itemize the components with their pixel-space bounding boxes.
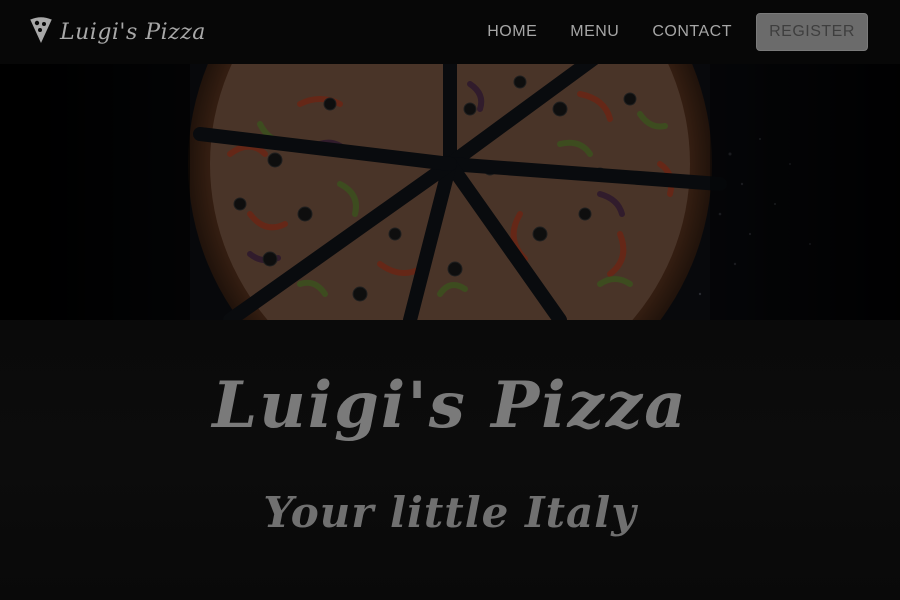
navbar: Luigi's Pizza HOME MENU CONTACT REGISTER [0,0,900,64]
hero-title: Luigi's Pizza [212,368,688,443]
nav-link-home[interactable]: HOME [487,23,537,41]
register-button[interactable]: REGISTER [756,13,868,51]
nav-link-contact[interactable]: CONTACT [652,23,732,41]
pizza-slice-icon [28,15,54,50]
brand-logo[interactable]: Luigi's Pizza [28,15,206,50]
hero-image [0,64,900,320]
pizza-photo [0,64,900,320]
nav-link-menu[interactable]: MENU [570,23,619,41]
brand-name: Luigi's Pizza [60,19,206,45]
hero-text-section [0,320,900,600]
hero-subtitle: Your little Italy [263,488,637,537]
nav-links: HOME MENU CONTACT REGISTER [487,13,868,51]
